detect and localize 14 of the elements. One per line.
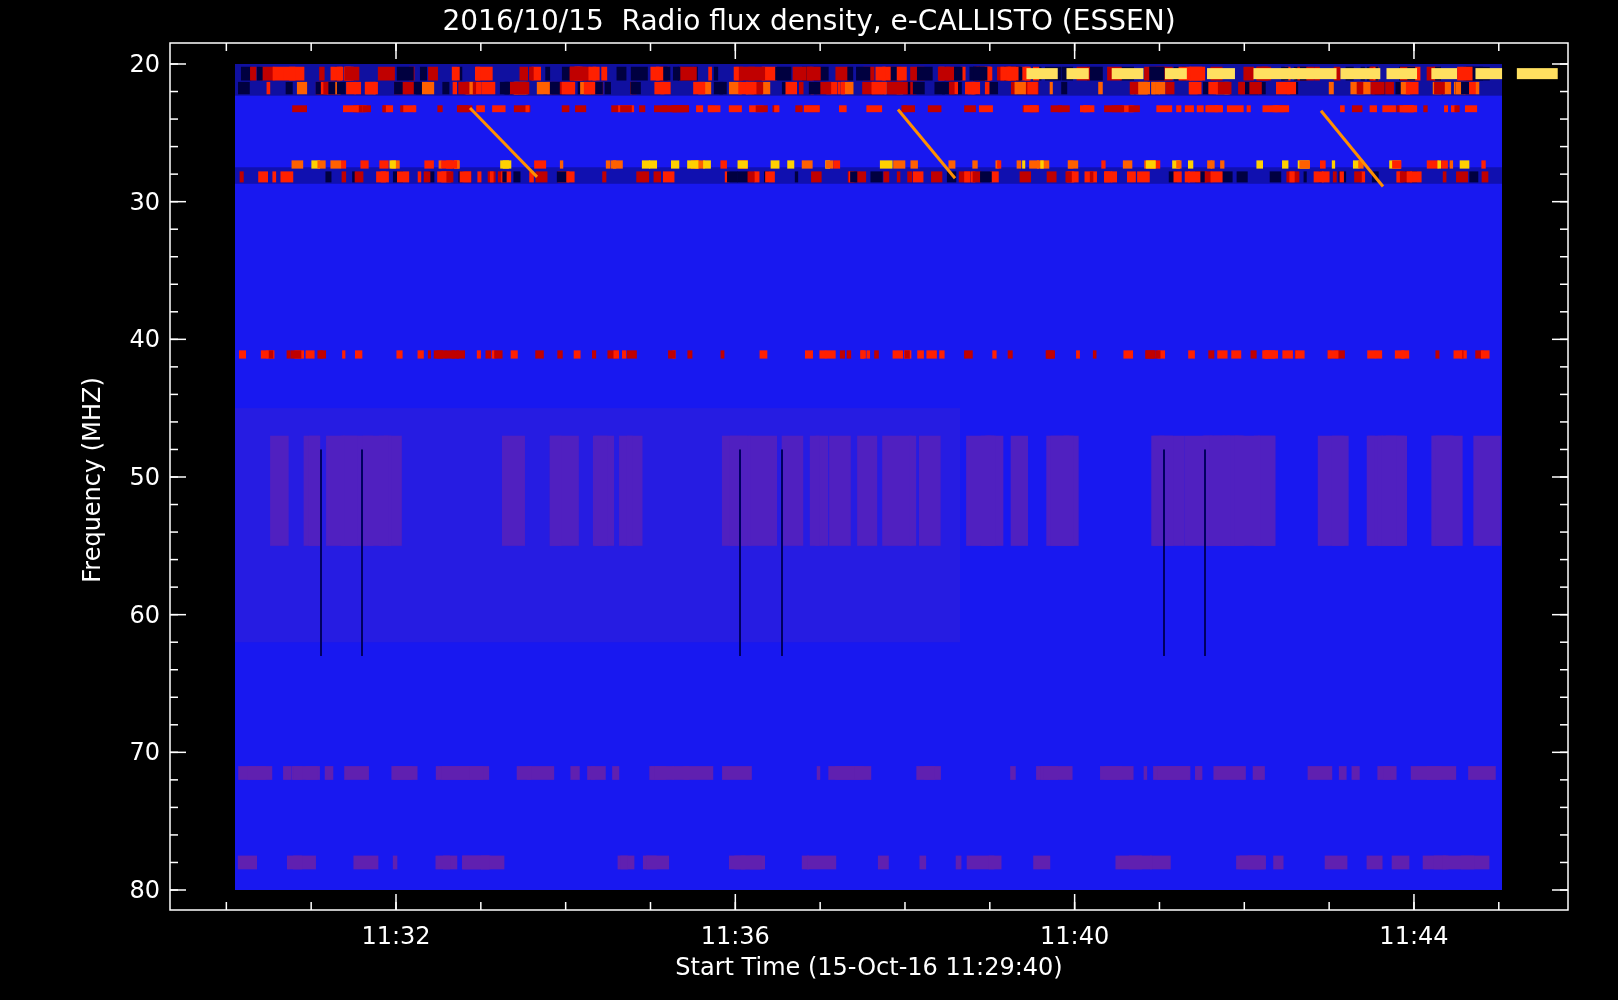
y-axis-label: Frequency (MHZ) bbox=[78, 377, 106, 583]
x-tick-label: 11:36 bbox=[700, 922, 770, 950]
y-tick-label: 50 bbox=[129, 463, 160, 491]
y-tick-label: 80 bbox=[129, 876, 160, 904]
y-tick-label: 40 bbox=[129, 325, 160, 354]
x-tick-label: 11:40 bbox=[1040, 922, 1110, 950]
x-tick-label: 11:32 bbox=[361, 922, 431, 950]
y-tick-label: 20 bbox=[129, 50, 160, 78]
y-tick-label: 70 bbox=[129, 738, 160, 767]
y-tick-label: 30 bbox=[129, 187, 160, 216]
x-axis-label: Start Time (15-Oct-16 11:29:40) bbox=[675, 953, 1063, 981]
y-tick-label: 60 bbox=[129, 600, 160, 629]
x-tick-label: 11:44 bbox=[1379, 922, 1449, 950]
plot-title: 2016/10/15 Radio flux density, e-CALLISTO (ESSEN) bbox=[442, 4, 1176, 37]
